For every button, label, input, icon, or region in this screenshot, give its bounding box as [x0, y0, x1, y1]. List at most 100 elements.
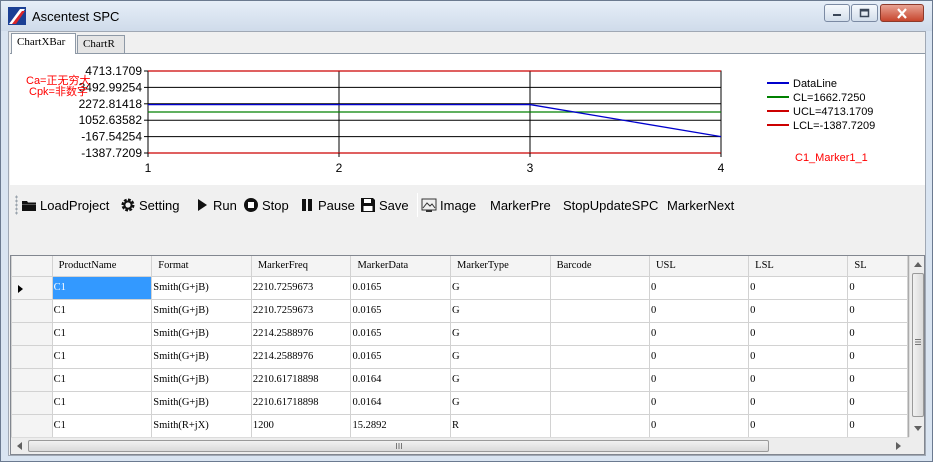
table-cell[interactable]	[549, 413, 650, 437]
table-cell[interactable]	[549, 321, 650, 346]
save-button[interactable]: Save	[360, 195, 409, 215]
column-header[interactable]: USL	[648, 256, 750, 277]
table-cell[interactable]: 0.0164	[350, 390, 452, 415]
scroll-up-icon[interactable]	[911, 258, 925, 272]
stop-update-spc-button[interactable]: StopUpdateSPC	[563, 195, 658, 215]
table-cell[interactable]: 0	[648, 344, 750, 369]
table-cell[interactable]: G	[450, 275, 551, 300]
scroll-right-icon[interactable]	[891, 439, 905, 453]
image-button[interactable]: Image	[421, 195, 476, 215]
table-cell[interactable]: 2214.2588976	[250, 344, 352, 369]
vertical-scrollbar[interactable]	[909, 256, 925, 437]
table-cell[interactable]: C1	[51, 367, 153, 392]
table-cell[interactable]: 0	[648, 321, 750, 346]
toolbar-grip[interactable]	[15, 195, 18, 215]
table-cell[interactable]: Smith(G+jB)	[151, 275, 252, 300]
table-cell[interactable]: C1	[51, 413, 153, 437]
table-cell[interactable]: C1	[51, 321, 153, 346]
table-cell[interactable]	[549, 390, 650, 415]
table-cell[interactable]: G	[450, 344, 551, 369]
row-header[interactable]	[11, 413, 53, 437]
table-cell[interactable]: 0.0165	[350, 321, 452, 346]
marker-pre-button[interactable]: MarkerPre	[490, 195, 551, 215]
pause-button[interactable]: Pause	[299, 195, 355, 215]
run-button[interactable]: Run	[194, 195, 237, 215]
table-cell[interactable]: 0	[648, 390, 750, 415]
table-cell[interactable]: 0	[748, 321, 849, 346]
table-cell[interactable]: 2210.7259673	[250, 298, 352, 323]
table-cell[interactable]: 0	[847, 275, 908, 300]
table-cell[interactable]: C1	[51, 344, 153, 369]
table-cell[interactable]: 0	[847, 344, 908, 369]
table-cell[interactable]: G	[450, 321, 551, 346]
data-grid[interactable]: ProductName Format MarkerFreq MarkerData Mar…	[10, 255, 925, 455]
table-cell[interactable]: 0	[748, 298, 849, 323]
table-cell[interactable]: 0	[748, 390, 849, 415]
grid-corner[interactable]	[11, 256, 53, 277]
table-cell[interactable]: Smith(G+jB)	[151, 321, 252, 346]
table-cell[interactable]: Smith(G+jB)	[151, 344, 252, 369]
row-header[interactable]	[11, 275, 53, 300]
tab-chartxbar[interactable]: ChartXBar	[11, 33, 76, 54]
table-cell[interactable]: 0	[648, 413, 750, 437]
column-header[interactable]: SL	[847, 256, 908, 277]
table-cell[interactable]: R	[450, 413, 551, 437]
horizontal-scrollbar[interactable]	[11, 437, 909, 454]
table-cell[interactable]: 0.0165	[350, 298, 452, 323]
table-cell[interactable]: 0	[748, 275, 849, 300]
stop-button[interactable]: Stop	[243, 195, 289, 215]
table-row[interactable]: C1 Smith(G+jB) 2214.2588976 0.0165 G 0 0 0	[11, 344, 908, 369]
table-cell[interactable]: C1	[51, 275, 153, 300]
table-cell[interactable]	[549, 275, 650, 300]
table-cell[interactable]: 2210.7259673	[250, 275, 352, 300]
table-cell[interactable]: 0	[648, 275, 750, 300]
table-cell[interactable]: 0	[847, 298, 908, 323]
close-button[interactable]	[880, 4, 924, 22]
table-cell[interactable]: 0	[648, 298, 750, 323]
minimize-button[interactable]	[824, 4, 850, 22]
column-header[interactable]: LSL	[748, 256, 849, 277]
scroll-left-icon[interactable]	[13, 439, 27, 453]
table-cell[interactable]: 0	[748, 344, 849, 369]
table-cell[interactable]: 0	[847, 390, 908, 415]
table-cell[interactable]: G	[450, 298, 551, 323]
table-cell[interactable]	[549, 298, 650, 323]
table-cell[interactable]: C1	[51, 390, 153, 415]
table-cell[interactable]	[549, 344, 650, 369]
row-header[interactable]	[11, 344, 53, 369]
table-cell[interactable]: 0.0165	[350, 275, 452, 300]
table-row[interactable]: C1 Smith(R+jX) 1200 15.2892 R 0 0 0	[11, 413, 908, 437]
table-cell[interactable]: 0.0165	[350, 344, 452, 369]
column-header[interactable]: Format	[151, 256, 252, 277]
table-cell[interactable]: Smith(G+jB)	[151, 298, 252, 323]
table-row[interactable]: C1 Smith(G+jB) 2210.7259673 0.0165 G 0 0 0	[11, 275, 908, 300]
column-header[interactable]: MarkerData	[350, 256, 452, 277]
table-cell[interactable]: 0	[748, 367, 849, 392]
table-cell[interactable]: 0	[847, 413, 908, 437]
table-cell[interactable]: 0	[847, 367, 908, 392]
table-cell[interactable]: 0	[847, 321, 908, 346]
table-cell[interactable]: C1	[51, 298, 153, 323]
setting-button[interactable]: Setting	[120, 195, 179, 215]
table-row[interactable]: C1 Smith(G+jB) 2210.7259673 0.0165 G 0 0 0	[11, 298, 908, 323]
vertical-scroll-thumb[interactable]	[912, 273, 924, 417]
table-row[interactable]: C1 Smith(G+jB) 2210.61718898 0.0164 G 0 0 0	[11, 390, 908, 415]
table-cell[interactable]: 0	[648, 367, 750, 392]
marker-next-button[interactable]: MarkerNext	[667, 195, 734, 215]
maximize-button[interactable]	[851, 4, 878, 22]
table-cell[interactable]: 2210.61718898	[250, 367, 352, 392]
column-header[interactable]: ProductName	[51, 256, 153, 277]
table-cell[interactable]: 2214.2588976	[250, 321, 352, 346]
load-project-button[interactable]: LoadProject	[21, 195, 109, 215]
table-cell[interactable]: Smith(G+jB)	[151, 390, 252, 415]
table-cell[interactable]: 0.0164	[350, 367, 452, 392]
table-row[interactable]: C1 Smith(G+jB) 2210.61718898 0.0164 G 0 0 0	[11, 367, 908, 392]
row-header[interactable]	[11, 321, 53, 346]
horizontal-scroll-thumb[interactable]	[28, 440, 769, 452]
table-cell[interactable]: 1200	[250, 413, 352, 437]
table-cell[interactable]: 0	[748, 413, 849, 437]
row-header[interactable]	[11, 367, 53, 392]
column-header[interactable]: Barcode	[549, 256, 650, 277]
table-cell[interactable]: G	[450, 390, 551, 415]
table-cell[interactable]: Smith(R+jX)	[151, 413, 252, 437]
